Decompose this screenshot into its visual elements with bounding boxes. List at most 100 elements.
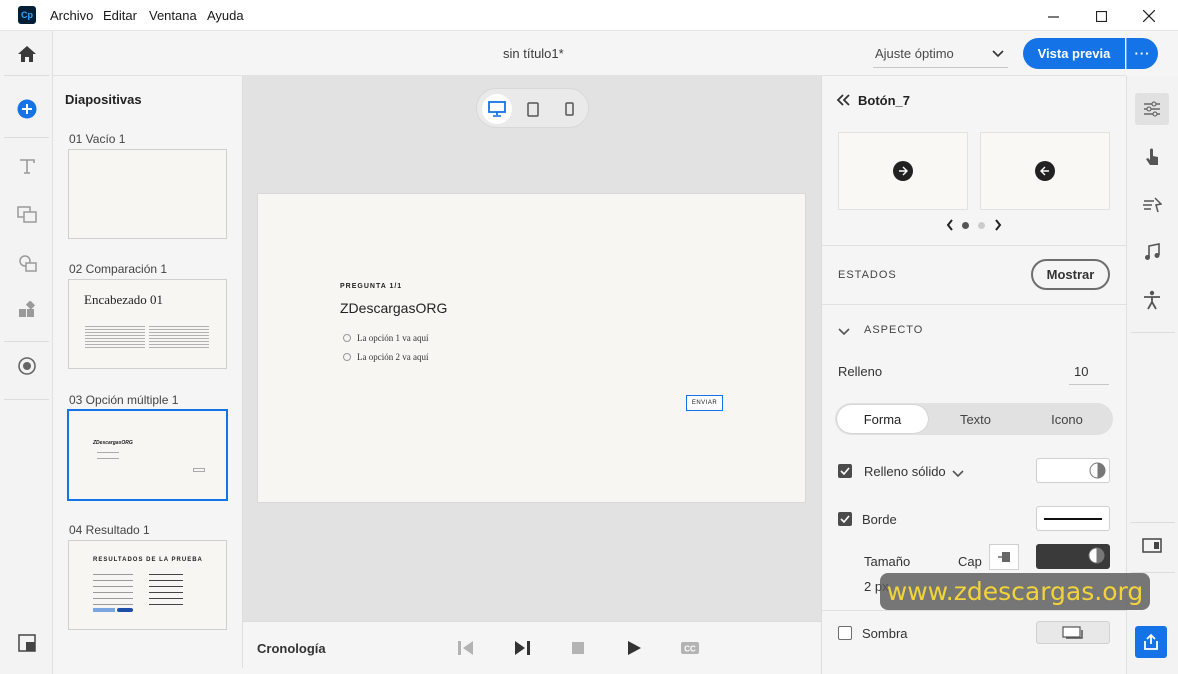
media-icon[interactable]: [13, 200, 41, 228]
option-radio-2[interactable]: [343, 353, 351, 361]
home-icon[interactable]: [13, 40, 41, 68]
slide-thumbnail-3[interactable]: ZDescargasORG: [67, 409, 228, 501]
close-icon[interactable]: [1126, 4, 1172, 28]
thumb-text-lines: [85, 324, 145, 348]
tab-texto[interactable]: Texto: [930, 405, 1021, 433]
thumb-button: [117, 608, 133, 612]
previous-icon[interactable]: [454, 637, 478, 659]
effects-icon[interactable]: [1137, 190, 1167, 220]
style-card-1[interactable]: [838, 132, 968, 210]
slide-properties-icon[interactable]: [1137, 531, 1167, 561]
cap-style-icon[interactable]: [989, 544, 1019, 570]
carousel-next-icon[interactable]: [994, 219, 1002, 234]
states-label: ESTADOS: [838, 269, 897, 281]
question-title[interactable]: ZDescargasORG: [340, 300, 447, 316]
submit-button[interactable]: ENVIAR: [686, 395, 723, 411]
shadow-checkbox[interactable]: [838, 626, 852, 640]
border-label: Borde: [862, 512, 897, 527]
record-icon[interactable]: [13, 352, 41, 380]
widgets-icon[interactable]: [13, 296, 41, 324]
option-text-1[interactable]: La opción 1 va aquí: [357, 333, 428, 343]
audio-icon[interactable]: [1137, 237, 1167, 267]
solid-fill-label: Relleno sólido: [864, 464, 946, 479]
option-text-2[interactable]: La opción 2 va aquí: [357, 352, 428, 362]
closed-captions-icon[interactable]: CC: [678, 637, 702, 659]
carousel-dot[interactable]: [978, 222, 985, 229]
panel-toggle-icon[interactable]: [13, 629, 41, 657]
style-card-2[interactable]: [980, 132, 1110, 210]
tab-icono[interactable]: Icono: [1023, 405, 1111, 433]
chevron-down-icon[interactable]: [838, 324, 850, 339]
text-icon[interactable]: [13, 152, 41, 180]
fill-color-swatch[interactable]: [1036, 458, 1110, 483]
touch-interaction-icon[interactable]: [1137, 142, 1167, 172]
shadow-style-icon[interactable]: [1036, 621, 1110, 644]
document-title: sin título1*: [503, 46, 564, 61]
add-icon[interactable]: [13, 95, 41, 123]
collapse-panel-icon[interactable]: [836, 94, 850, 109]
arrow-left-icon: [1035, 161, 1055, 181]
slide-label-2: 02 Comparación 1: [69, 262, 168, 276]
border-checkbox[interactable]: [838, 512, 852, 526]
slide-label-1: 01 Vacío 1: [69, 132, 126, 146]
zoom-dropdown[interactable]: Ajuste óptimo: [873, 40, 1008, 68]
shadow-label: Sombra: [862, 626, 908, 641]
phone-icon[interactable]: [554, 94, 584, 124]
zoom-value: Ajuste óptimo: [875, 46, 954, 61]
next-icon[interactable]: [510, 637, 534, 659]
slide-thumbnail-4[interactable]: RESULTADOS DE LA PRUEBA: [68, 540, 227, 630]
timeline-label[interactable]: Cronología: [257, 641, 326, 656]
thumb-option-line: [97, 458, 119, 459]
question-number: PREGUNTA 1/1: [340, 283, 403, 290]
thumb-text-lines: [93, 569, 133, 605]
publish-share-icon[interactable]: [1135, 626, 1167, 658]
slide-label-4: 04 Resultado 1: [69, 523, 150, 537]
thumb-results-heading: RESULTADOS DE LA PRUEBA: [93, 557, 203, 563]
desktop-icon[interactable]: [482, 94, 512, 124]
menu-ayuda[interactable]: Ayuda: [207, 8, 244, 23]
border-color-swatch[interactable]: [1036, 544, 1110, 569]
watermark-overlay: www.zdescargas.org: [880, 573, 1150, 610]
left-tool-rail: [0, 31, 53, 674]
more-options-button[interactable]: ···: [1126, 38, 1158, 69]
carousel-prev-icon[interactable]: [946, 219, 954, 234]
chevron-down-icon: [992, 46, 1004, 61]
chevron-down-icon[interactable]: [952, 466, 964, 481]
solid-fill-checkbox[interactable]: [838, 464, 852, 478]
opacity-icon: [1088, 547, 1105, 564]
menu-archivo[interactable]: Archivo: [50, 8, 93, 23]
interaction-icon[interactable]: [13, 249, 41, 277]
fill-input[interactable]: 10: [1069, 358, 1109, 385]
accessibility-icon[interactable]: [1137, 285, 1167, 315]
thumb-option-line: [97, 452, 119, 453]
carousel-dot-active[interactable]: [962, 222, 969, 229]
thumb-heading: Encabezado 01: [84, 292, 164, 307]
show-states-button[interactable]: Mostrar: [1031, 259, 1110, 290]
menu-editar[interactable]: Editar: [103, 8, 137, 23]
captivate-logo-icon: Cp: [18, 6, 36, 24]
slide-thumbnail-2[interactable]: Encabezado 01: [68, 279, 227, 369]
stop-icon[interactable]: [566, 637, 590, 659]
svg-text:CC: CC: [684, 645, 696, 654]
slide-thumbnail-1[interactable]: [68, 149, 227, 239]
minimize-icon[interactable]: [1030, 4, 1076, 28]
slide-canvas[interactable]: PREGUNTA 1/1 ZDescargasORG La opción 1 v…: [258, 194, 805, 502]
top-toolbar: sin título1* Ajuste óptimo Vista previa …: [53, 31, 1158, 76]
menu-ventana[interactable]: Ventana: [149, 8, 197, 23]
slide-label-3: 03 Opción múltiple 1: [69, 393, 179, 407]
tablet-icon[interactable]: [518, 94, 548, 124]
thumb-text-lines: [149, 569, 183, 605]
tab-forma[interactable]: Forma: [837, 405, 928, 433]
option-radio-1[interactable]: [343, 334, 351, 342]
slides-panel: Diapositivas 01 Vacío 1 02 Comparación 1…: [53, 76, 243, 668]
maximize-icon[interactable]: [1078, 4, 1124, 28]
object-name: Botón_7: [858, 93, 910, 108]
border-style-swatch[interactable]: [1036, 506, 1110, 531]
play-icon[interactable]: [622, 637, 646, 659]
preview-button[interactable]: Vista previa: [1023, 38, 1125, 69]
device-switcher: [476, 88, 589, 128]
opacity-icon: [1089, 462, 1106, 479]
thumb-button: [93, 608, 115, 612]
properties-sliders-icon[interactable]: [1135, 93, 1169, 125]
cap-label: Cap: [958, 554, 982, 569]
